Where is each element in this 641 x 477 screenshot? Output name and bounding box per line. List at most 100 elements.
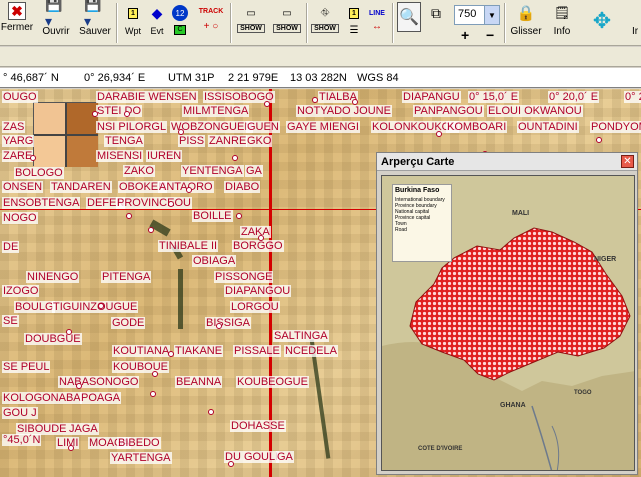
place-label: NCEDELA	[284, 345, 338, 357]
line-button[interactable]: LINE ↔	[366, 2, 388, 44]
zoom-magnifier-button[interactable]: 🔍	[396, 2, 422, 44]
place-label: SALTINGA	[273, 330, 329, 342]
location-marker[interactable]	[236, 213, 242, 219]
location-marker[interactable]	[264, 101, 270, 107]
place-label: ONSEN	[2, 181, 44, 193]
location-marker[interactable]	[258, 235, 264, 241]
place-label: TANDAREN	[50, 181, 112, 193]
place-label: ZARE	[2, 150, 34, 162]
location-marker[interactable]	[126, 213, 132, 219]
place-label: TIGUINZOUGUE	[52, 301, 139, 313]
place-label: KOUBEOGUE	[236, 376, 309, 388]
place-label: BEANNA	[175, 376, 223, 388]
info-button[interactable]: 🗒 Info	[548, 2, 576, 44]
location-marker[interactable]	[436, 131, 442, 137]
location-marker[interactable]	[152, 371, 158, 377]
windows-button[interactable]: ⧉	[424, 2, 448, 44]
pan-arrows-button[interactable]: ✥	[582, 2, 622, 44]
place-label: DE	[2, 241, 20, 253]
location-marker[interactable]	[228, 461, 234, 467]
sauver-button[interactable]: 💾▾ Sauver	[78, 0, 112, 44]
place-label: GOU J	[2, 407, 38, 419]
move-arrows-icon: ✥	[592, 8, 612, 33]
location-marker[interactable]	[168, 201, 174, 207]
ouvrir-button[interactable]: 💾▾ Ouvrir	[42, 0, 70, 44]
info-icon: 🗒	[553, 5, 571, 20]
zoom-out-button[interactable]: −	[486, 27, 494, 43]
place-label: DOHASSE	[230, 420, 286, 432]
overview-map[interactable]: Burkina Faso International boundary Prov…	[381, 175, 635, 471]
event-button[interactable]: ◆ Evt	[146, 2, 168, 44]
place-label: PISS	[178, 135, 206, 147]
map-legend: Burkina Faso International boundary Prov…	[392, 184, 452, 262]
location-marker[interactable]	[312, 97, 318, 103]
place-label: OUGO	[2, 91, 38, 103]
place-label: NOTYADO JOUNE	[296, 105, 392, 117]
close-icon[interactable]: ✕	[621, 155, 634, 168]
place-label: MISENSI	[96, 150, 144, 162]
glisser-button[interactable]: 🔒 Glisser	[510, 2, 542, 44]
longitude-readout: 0° 26,934´ E	[84, 71, 146, 84]
location-marker[interactable]	[168, 351, 174, 357]
location-marker[interactable]	[76, 383, 82, 389]
marker-list-button[interactable]: 1 ☰	[344, 2, 364, 44]
show-button-3[interactable]: ⛗ SHOW	[311, 2, 339, 44]
show-button-1[interactable]: ▭ SHOW	[236, 2, 266, 44]
location-marker[interactable]	[186, 187, 192, 193]
place-label: GODE	[111, 317, 146, 329]
place-label: SE PEUL	[2, 361, 51, 373]
location-marker[interactable]	[68, 445, 74, 451]
place-label: SE	[2, 315, 19, 327]
place-label: ZAKA	[240, 226, 271, 238]
waypoint-button[interactable]: 1 Wpt	[122, 2, 144, 44]
place-label: BOULG	[14, 301, 55, 313]
number-marker-button[interactable]: 12 C	[170, 2, 190, 44]
place-label: PITENGA	[101, 271, 152, 283]
toolbar-separator	[230, 3, 232, 43]
save-disk-icon: 💾▾	[84, 0, 102, 29]
waypoint-icon: 1	[122, 2, 144, 24]
location-marker[interactable]	[148, 227, 154, 233]
place-label: ENSOBTENGA	[2, 197, 81, 209]
show-button-2[interactable]: ▭ SHOW	[272, 2, 302, 44]
marker-1-icon: 1	[343, 2, 365, 24]
place-label: GA	[245, 165, 263, 177]
place-label: STEI DO	[96, 105, 143, 117]
place-label: DIAPANGU	[402, 91, 461, 103]
place-label: BIBEDO	[117, 437, 161, 449]
location-marker[interactable]	[150, 391, 156, 397]
more-button[interactable]: Ir	[628, 2, 641, 44]
place-label: OUNTADINI	[517, 121, 579, 133]
secondary-toolbar	[0, 47, 641, 67]
location-marker[interactable]	[208, 409, 214, 415]
utm-northing: 13 03 282N	[290, 71, 347, 84]
overview-title: Arperçu Carte	[377, 153, 637, 171]
river	[178, 269, 183, 329]
location-marker[interactable]	[92, 111, 98, 117]
place-label: IUREN	[146, 150, 183, 162]
place-label: YENTENGA	[181, 165, 244, 177]
location-marker[interactable]	[30, 155, 36, 161]
coordinate-bar: ° 46,687´ N 0° 26,934´ E UTM 31P 2 21 97…	[0, 68, 641, 88]
dotted-box-icon: ▭	[246, 7, 256, 19]
location-marker[interactable]	[98, 303, 104, 309]
place-label: KOUBOUE	[112, 361, 170, 373]
location-marker[interactable]	[596, 137, 602, 143]
location-marker[interactable]	[232, 155, 238, 161]
windows-icon: ⧉	[431, 4, 441, 21]
fermer-button[interactable]: ✖ Fermer	[1, 2, 33, 44]
zoom-in-button[interactable]: +	[461, 27, 469, 43]
zoom-select[interactable]: 750 ▼	[454, 5, 500, 25]
place-label: °45,0´N	[2, 434, 42, 446]
place-label: BISSIGA	[205, 317, 252, 329]
location-marker[interactable]	[124, 111, 130, 117]
location-marker[interactable]	[352, 99, 358, 105]
location-marker[interactable]	[178, 129, 184, 135]
location-marker[interactable]	[216, 323, 222, 329]
location-marker[interactable]	[66, 329, 72, 335]
toolbar-separator	[306, 3, 308, 43]
track-button[interactable]: TRACK + ○	[196, 2, 226, 44]
overview-window[interactable]: Arperçu Carte ✕ Burkina Faso Internation…	[376, 152, 638, 475]
diamond-icon: ◆	[151, 4, 163, 21]
country-ghana: GHANA	[500, 402, 526, 409]
